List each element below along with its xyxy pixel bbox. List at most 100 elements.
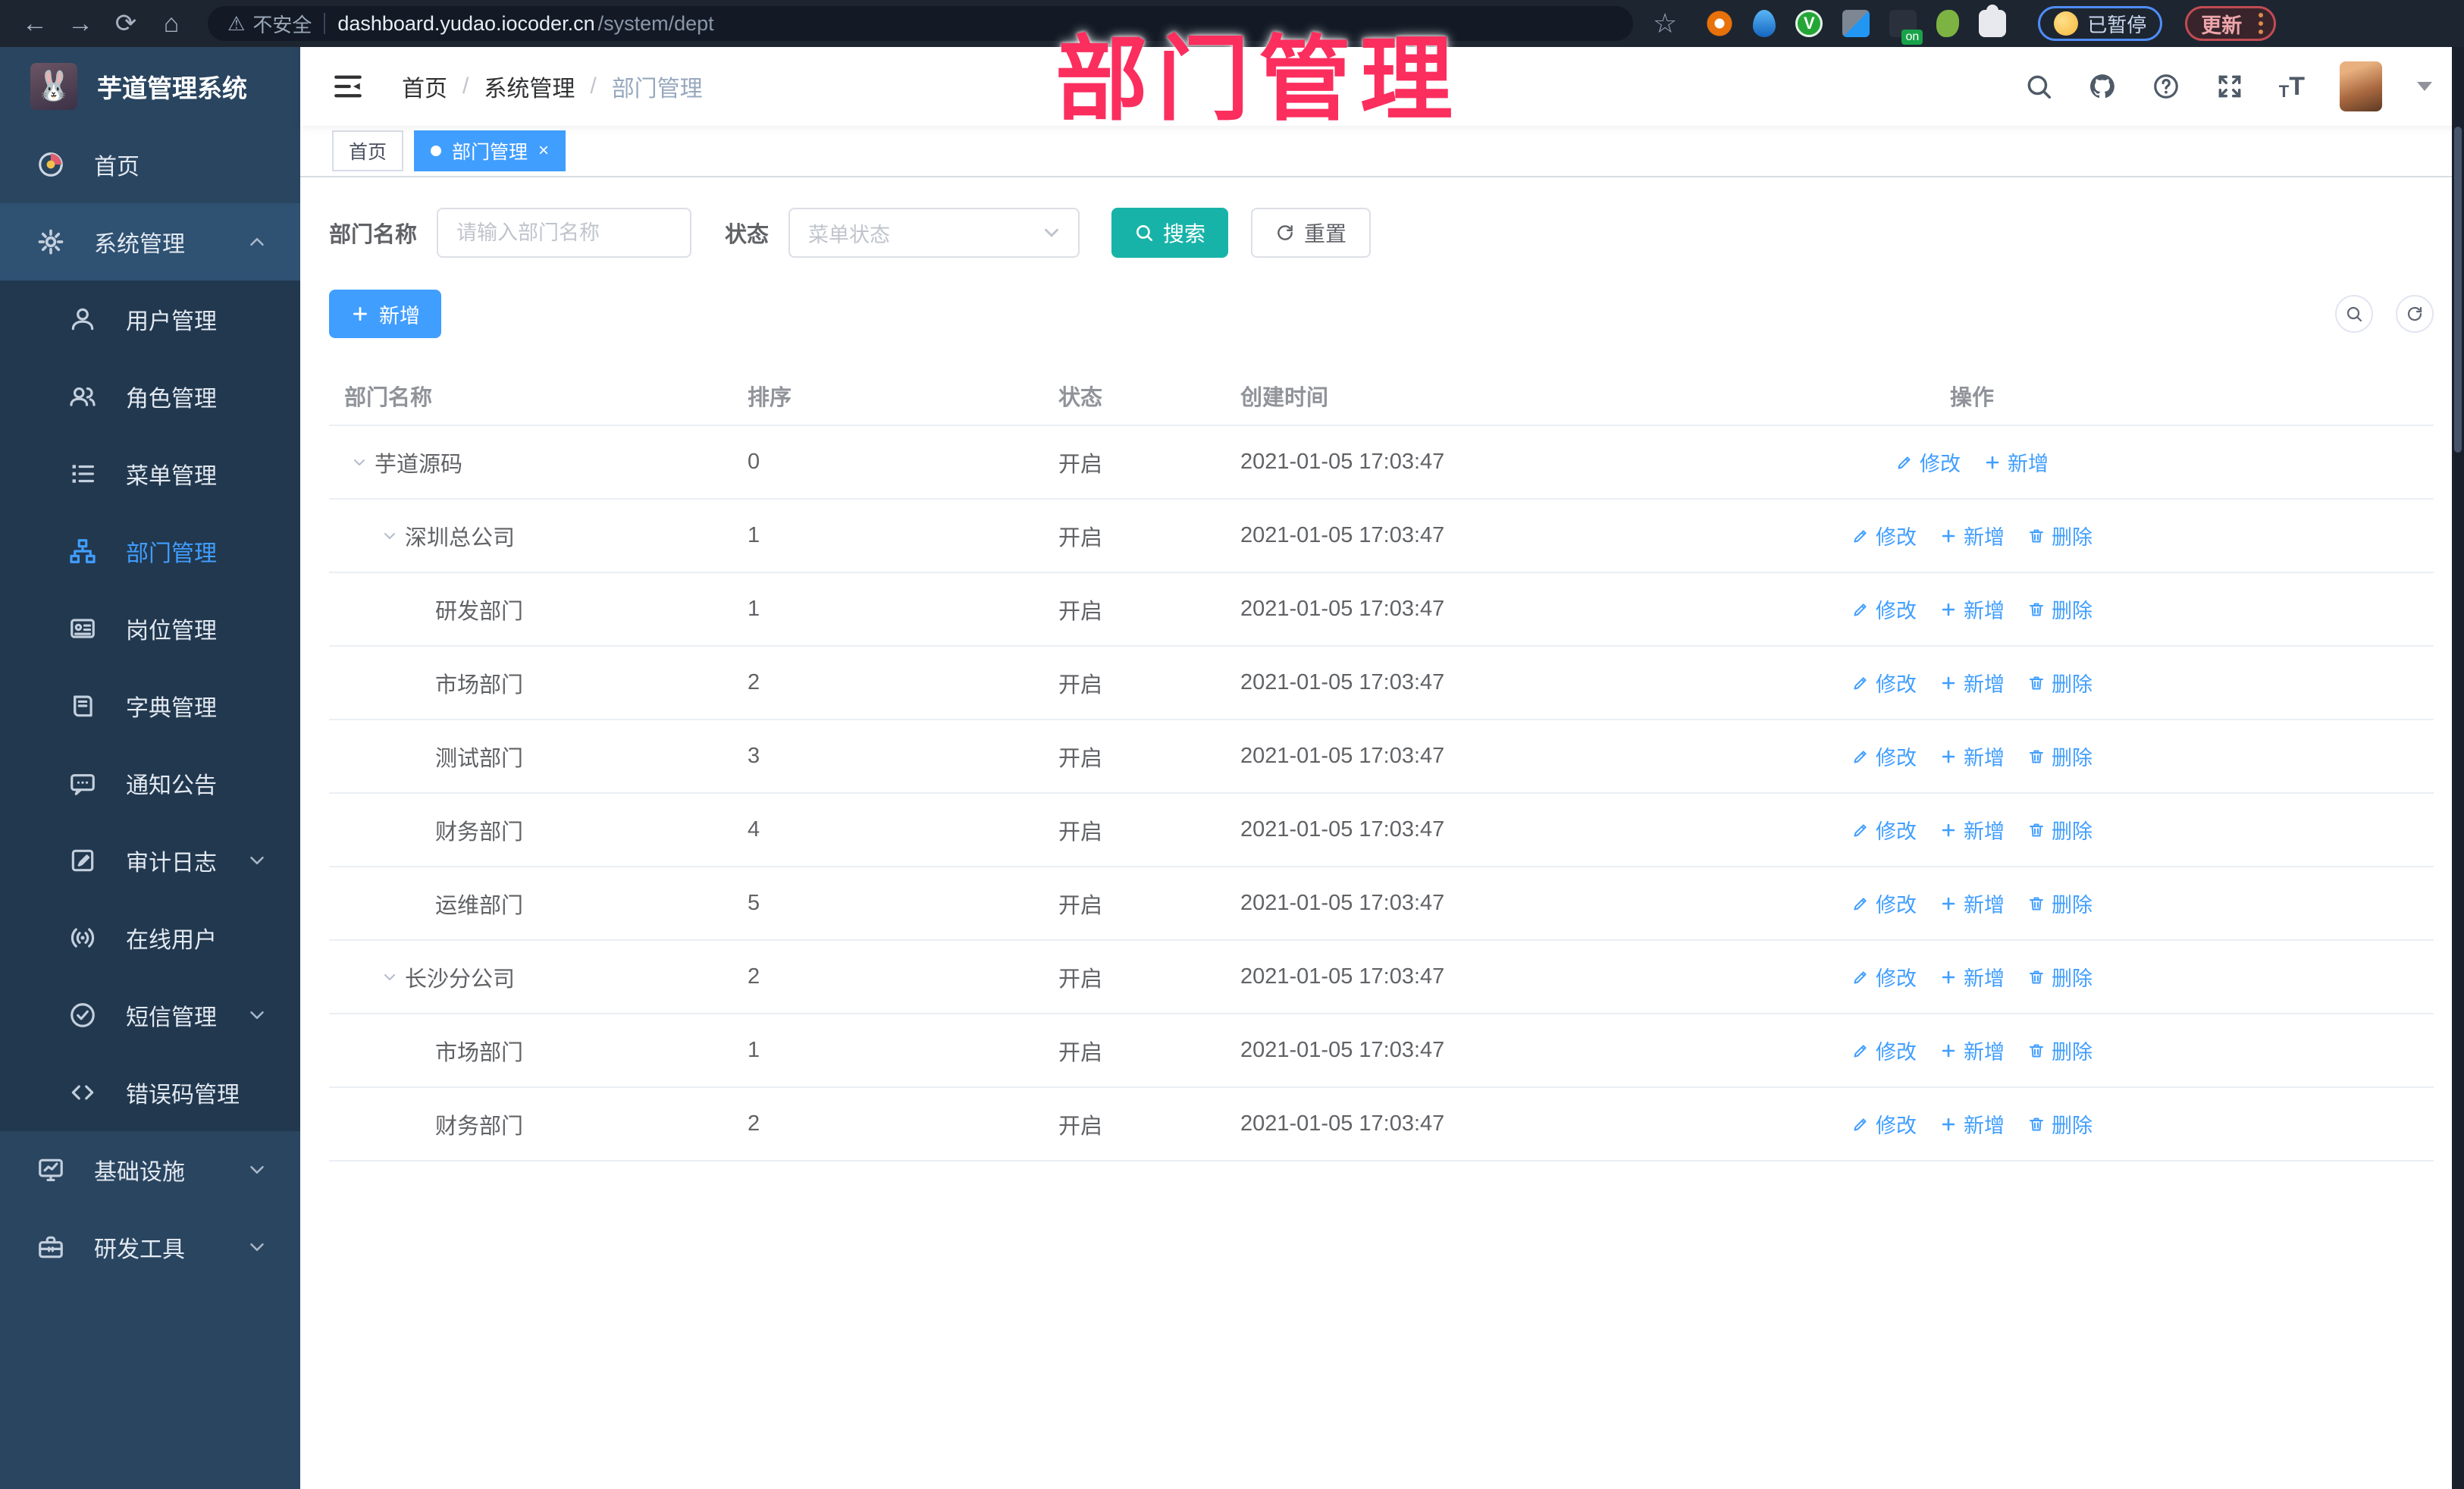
gear-extension-icon[interactable] <box>1706 10 1734 37</box>
breadcrumb-home[interactable]: 首页 <box>402 70 447 103</box>
delete-link[interactable]: 删除 <box>2027 521 2093 550</box>
edit-link[interactable]: 修改 <box>1851 962 1917 992</box>
on-extension-icon[interactable] <box>1889 10 1923 45</box>
delete-link[interactable]: 删除 <box>2027 962 2093 992</box>
sidebar-item-审计日志[interactable]: 审计日志 <box>0 822 300 899</box>
edit-link[interactable]: 修改 <box>1851 521 1917 550</box>
avatar-dropdown-caret-icon[interactable] <box>2417 82 2432 91</box>
edit-link[interactable]: 修改 <box>1895 447 1961 477</box>
browser-home-button[interactable]: ⌂ <box>152 4 191 43</box>
create-time-cell: 2021-01-05 17:03:47 <box>1240 1038 1445 1062</box>
add-link[interactable]: 新增 <box>1939 521 2005 550</box>
add-link[interactable]: 新增 <box>1939 1109 2005 1139</box>
add-link[interactable]: 新增 <box>1939 668 2005 697</box>
browser-reload-button[interactable]: ⟳ <box>106 4 146 43</box>
create-time-cell: 2021-01-05 17:03:47 <box>1240 670 1445 694</box>
browser-back-button[interactable]: ← <box>15 4 55 43</box>
refresh-table-button[interactable] <box>2396 295 2434 333</box>
expand-arrow-icon[interactable] <box>375 962 405 992</box>
sidebar-item-用户管理[interactable]: 用户管理 <box>0 281 300 358</box>
bookmark-star-icon[interactable]: ☆ <box>1653 8 1677 39</box>
delete-link[interactable]: 删除 <box>2027 889 2093 918</box>
table-row: 财务部门 2 开启 2021-01-05 17:03:47 修改 新增 删除 <box>329 1088 2434 1161</box>
github-icon[interactable] <box>2088 72 2117 101</box>
tab-部门管理[interactable]: 部门管理 × <box>414 130 566 171</box>
dept-name-cell: 财务部门 <box>329 1108 732 1140</box>
add-link[interactable]: 新增 <box>1983 447 2049 477</box>
delete-link[interactable]: 删除 <box>2027 668 2093 697</box>
sidebar-item-研发工具[interactable]: 研发工具 <box>0 1208 300 1286</box>
add-link[interactable]: 新增 <box>1939 889 2005 918</box>
add-link[interactable]: 新增 <box>1939 741 2005 771</box>
scrollbar[interactable] <box>2452 47 2464 1489</box>
status-select[interactable]: 菜单状态 <box>788 208 1080 258</box>
search-icon[interactable] <box>2024 72 2053 101</box>
toggle-search-button[interactable] <box>2335 295 2373 333</box>
tab-close-icon[interactable]: × <box>538 142 549 160</box>
security-warning[interactable]: ⚠ 不安全 <box>227 10 312 38</box>
app-logo[interactable]: 🐰 芋道管理系统 <box>0 47 300 126</box>
sidebar-item-在线用户[interactable]: 在线用户 <box>0 899 300 976</box>
actions-cell: 修改 新增 删除 <box>1843 521 2101 550</box>
expand-arrow-icon[interactable] <box>344 447 375 478</box>
add-link[interactable]: 新增 <box>1939 815 2005 845</box>
grid-extension-icon[interactable] <box>1842 10 1870 37</box>
sidebar-item-岗位管理[interactable]: 岗位管理 <box>0 590 300 667</box>
dept-name: 市场部门 <box>435 1040 524 1065</box>
delete-link[interactable]: 删除 <box>2027 1036 2093 1065</box>
fig-extension-icon[interactable] <box>1936 10 1960 37</box>
add-link[interactable]: 新增 <box>1939 1036 2005 1065</box>
delete-link[interactable]: 删除 <box>2027 815 2093 845</box>
puzzle-extension-icon[interactable] <box>1979 5 2007 37</box>
breadcrumb-system[interactable]: 系统管理 <box>484 70 575 103</box>
sidebar-item-部门管理[interactable]: 部门管理 <box>0 513 300 590</box>
edit-link[interactable]: 修改 <box>1851 1109 1917 1139</box>
add-link[interactable]: 新增 <box>1939 962 2005 992</box>
sidebar-item-错误码管理[interactable]: 错误码管理 <box>0 1054 300 1131</box>
reset-button[interactable]: 重置 <box>1251 208 1372 258</box>
font-size-icon[interactable]: TT <box>2279 72 2305 102</box>
edit-link[interactable]: 修改 <box>1851 889 1917 918</box>
edit-link[interactable]: 修改 <box>1851 594 1917 624</box>
sidebar-item-首页[interactable]: 首页 <box>0 126 300 203</box>
sidebar-toggle-icon[interactable] <box>332 71 364 102</box>
user-avatar[interactable] <box>2340 61 2382 111</box>
search-button[interactable]: 搜索 <box>1111 208 1229 258</box>
expand-arrow-icon[interactable] <box>375 521 405 551</box>
table-row: 深圳总公司 1 开启 2021-01-05 17:03:47 修改 新增 删除 <box>329 500 2434 573</box>
delete-link[interactable]: 删除 <box>2027 741 2093 771</box>
greenv-extension-icon[interactable]: V <box>1795 10 1823 37</box>
browser-forward-button[interactable]: → <box>61 4 100 43</box>
delete-link[interactable]: 删除 <box>2027 594 2093 624</box>
edit-link[interactable]: 修改 <box>1851 815 1917 845</box>
sidebar-item-系统管理[interactable]: 系统管理 <box>0 203 300 281</box>
sidebar-item-基础设施[interactable]: 基础设施 <box>0 1131 300 1208</box>
browser-menu-icon[interactable] <box>2259 13 2264 34</box>
actions-cell: 修改 新增 删除 <box>1843 815 2101 845</box>
scrollbar-thumb[interactable] <box>2454 127 2462 453</box>
sidebar-item-label: 用户管理 <box>126 309 217 334</box>
sidebar-item-通知公告[interactable]: 通知公告 <box>0 744 300 822</box>
drop-extension-icon[interactable] <box>1753 10 1776 37</box>
dept-name-input[interactable] <box>437 208 692 258</box>
fullscreen-icon[interactable] <box>2215 72 2244 101</box>
delete-link[interactable]: 删除 <box>2027 1109 2093 1139</box>
url-bar[interactable]: ⚠ 不安全 dashboard.yudao.iocoder.cn /system… <box>208 6 1633 41</box>
sidebar-item-菜单管理[interactable]: 菜单管理 <box>0 435 300 513</box>
edit-link[interactable]: 修改 <box>1851 1036 1917 1065</box>
browser-update-button[interactable]: 更新 <box>2185 6 2277 41</box>
profile-paused-badge[interactable]: 已暂停 <box>2038 6 2163 41</box>
url-host: dashboard.yudao.iocoder.cn <box>337 11 595 35</box>
tab-首页[interactable]: 首页 <box>332 130 404 171</box>
sidebar-item-字典管理[interactable]: 字典管理 <box>0 667 300 744</box>
help-icon[interactable] <box>2152 72 2180 101</box>
sidebar-item-角色管理[interactable]: 角色管理 <box>0 358 300 435</box>
sidebar-item-短信管理[interactable]: 短信管理 <box>0 976 300 1054</box>
add-button[interactable]: 新增 <box>329 290 441 338</box>
edit-link[interactable]: 修改 <box>1851 668 1917 697</box>
edit-link[interactable]: 修改 <box>1851 741 1917 771</box>
add-link[interactable]: 新增 <box>1939 594 2005 624</box>
sort-cell: 3 <box>748 744 760 768</box>
